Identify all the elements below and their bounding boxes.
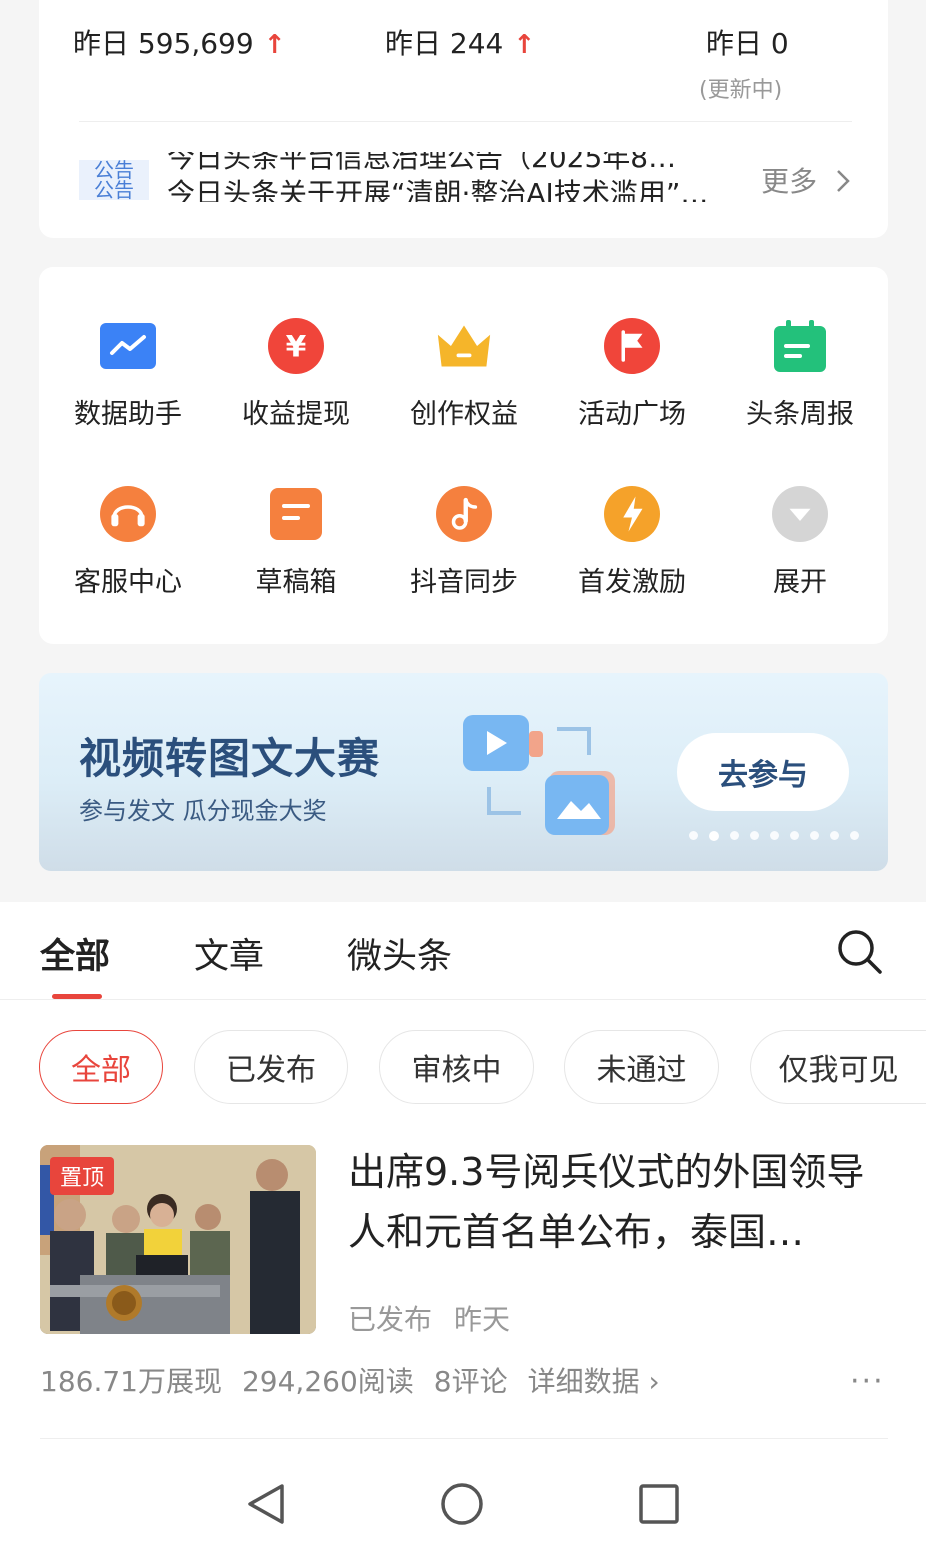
promo-banner[interactable]: 视频转图文大赛 参与发文 瓜分现金大奖 去参与 [39, 673, 888, 871]
search-icon[interactable] [834, 926, 884, 976]
article-stats: 186.71万展现 294,260阅读 8评论 详细数据 › [40, 1360, 680, 1400]
back-triangle-icon[interactable] [244, 1482, 288, 1526]
stats-card: 昨日 595,699 ↑ 昨日 244 ↑ 昨日 0 (更新中) 公告 公告 今日头… [39, 0, 888, 238]
filter-published[interactable]: 已发布 [194, 1030, 348, 1104]
article-status: 已发布 [348, 1303, 433, 1336]
music-note-icon [436, 486, 492, 542]
stat-updating-note: (更新中) [699, 78, 783, 103]
stat-followers[interactable]: 昨日 244 ↑ [385, 22, 535, 62]
expand-icon [772, 486, 828, 542]
more-options-icon[interactable]: ··· [850, 1364, 885, 1399]
filter-private[interactable]: 仅我可见 [750, 1030, 926, 1104]
filter-reviewing[interactable]: 审核中 [379, 1030, 534, 1104]
tab-active-indicator [52, 994, 102, 999]
article-title[interactable]: 出席9.3号阅兵仪式的外国领导人和元首名单公布，泰国… [348, 1142, 888, 1262]
tool-activity-plaza[interactable]: 活动广场 [552, 318, 712, 431]
divider [40, 1438, 888, 1439]
divider [79, 121, 852, 122]
yuan-icon: ¥ [268, 318, 324, 374]
tool-data-assistant[interactable]: 数据助手 [48, 318, 208, 431]
notice-tag: 公告 公告 [79, 160, 149, 200]
draft-icon [268, 486, 324, 542]
article-thumbnail[interactable]: 置顶 [40, 1145, 316, 1334]
carousel-dots [689, 831, 859, 841]
system-nav-bar [0, 1450, 926, 1553]
chevron-right-icon [837, 170, 850, 192]
tool-creator-rights[interactable]: 创作权益 [384, 318, 544, 431]
up-arrow-icon: ↑ [263, 30, 286, 60]
home-circle-icon[interactable] [440, 1482, 484, 1526]
recents-square-icon[interactable] [637, 1482, 681, 1526]
article-time: 昨天 [454, 1303, 511, 1336]
crown-icon [436, 318, 492, 374]
content-tabs: 全部 文章 微头条 [0, 902, 926, 1000]
tool-customer-service[interactable]: 客服中心 [48, 486, 208, 599]
filter-all[interactable]: 全部 [39, 1030, 163, 1104]
tool-withdraw-income[interactable]: ¥ 收益提现 [216, 318, 376, 431]
tab-articles[interactable]: 文章 [194, 928, 264, 979]
tab-micro-posts[interactable]: 微头条 [347, 928, 452, 979]
tab-all[interactable]: 全部 [40, 928, 110, 979]
impressions-count: 186.71万展现 [40, 1365, 222, 1398]
tool-drafts[interactable]: 草稿箱 [216, 486, 376, 599]
tools-grid: 数据助手 ¥ 收益提现 创作权益 活动广场 头条周报 客服中心 草稿箱 抖音同步… [39, 267, 888, 644]
banner-subtitle: 参与发文 瓜分现金大奖 [79, 797, 327, 825]
filter-rejected[interactable]: 未通过 [564, 1030, 719, 1104]
notice-previous-line: 今日头条平台信息治理公告（2025年8… [167, 141, 677, 172]
details-link[interactable]: 详细数据 › [528, 1365, 660, 1398]
reads-count: 294,260阅读 [241, 1365, 414, 1398]
comments-count[interactable]: 8评论 [434, 1365, 508, 1398]
tool-douyin-sync[interactable]: 抖音同步 [384, 486, 544, 599]
calendar-icon [772, 318, 828, 374]
up-arrow-icon: ↑ [513, 30, 536, 60]
banner-title: 视频转图文大赛 [79, 734, 381, 783]
svg-text:¥: ¥ [286, 330, 307, 365]
pinned-badge: 置顶 [50, 1157, 115, 1195]
stat-views[interactable]: 昨日 595,699 ↑ [73, 22, 286, 62]
headset-icon [100, 486, 156, 542]
join-button[interactable]: 去参与 [677, 733, 849, 811]
lightning-icon [604, 486, 660, 542]
tool-weekly-report[interactable]: 头条周报 [720, 318, 880, 431]
flag-icon [604, 318, 660, 374]
article-meta: 已发布 昨天 [348, 1298, 510, 1338]
notice-more-link[interactable]: 更多 [761, 160, 852, 200]
notice-text[interactable]: 今日头条关于开展“清朗·整治AI技术滥用”专项行动的公告 [167, 172, 732, 202]
stat-income[interactable]: 昨日 0 [706, 22, 789, 62]
tool-expand[interactable]: 展开 [720, 486, 880, 599]
chart-icon [100, 318, 156, 374]
video-to-image-illustration-icon [463, 715, 615, 835]
tool-first-post-incentive[interactable]: 首发激励 [552, 486, 712, 599]
